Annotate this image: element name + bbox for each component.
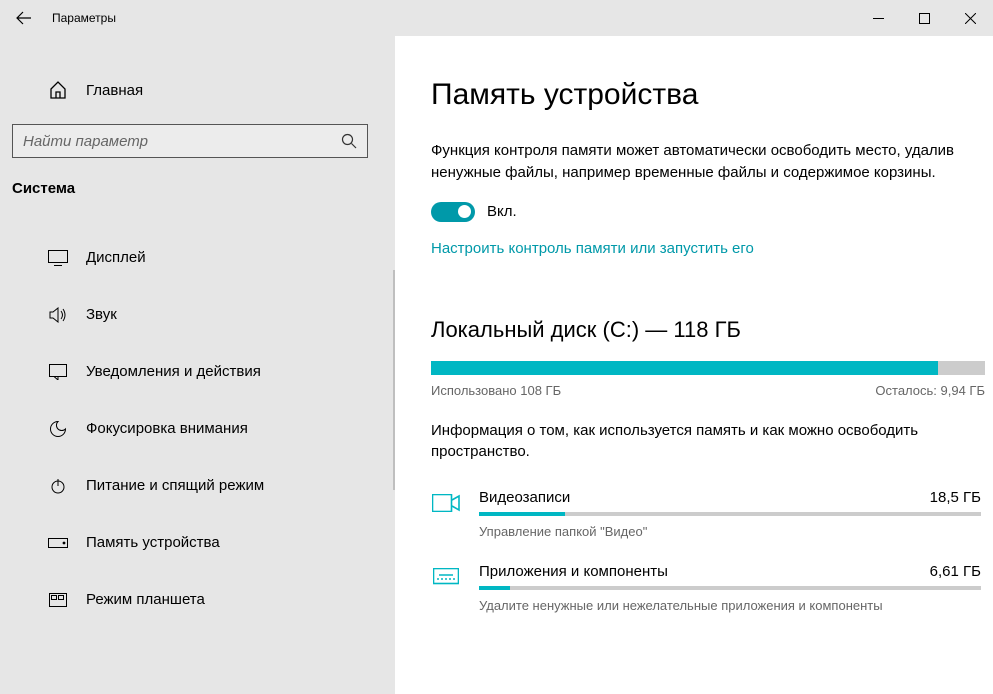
nav-label: Звук (86, 306, 117, 323)
sound-icon (48, 307, 68, 323)
category-size: 18,5 ГБ (930, 489, 981, 506)
category-sub: Удалите ненужные или нежелательные прило… (479, 598, 981, 613)
back-button[interactable] (0, 0, 48, 36)
configure-link[interactable]: Настроить контроль памяти или запустить … (431, 240, 754, 257)
category-size: 6,61 ГБ (930, 563, 981, 580)
content-area: Память устройства Функция контроля памят… (395, 36, 993, 694)
home-nav[interactable]: Главная (0, 70, 395, 110)
nav-label: Питание и спящий режим (86, 477, 264, 494)
video-icon (431, 491, 461, 515)
disk-title: Локальный диск (C:) — 118 ГБ (431, 317, 981, 343)
category-sub: Управление папкой "Видео" (479, 524, 981, 539)
category-label: Система (0, 180, 395, 197)
disk-used-label: Использовано 108 ГБ (431, 383, 561, 398)
search-box[interactable] (12, 124, 368, 158)
minimize-icon (873, 13, 884, 24)
nav-display[interactable]: Дисплей (0, 229, 395, 286)
category-videos[interactable]: Видеозаписи 18,5 ГБ Управление папкой "В… (431, 489, 981, 539)
nav-notifications[interactable]: Уведомления и действия (0, 343, 395, 400)
search-icon (331, 133, 367, 149)
storage-sense-description: Функция контроля памяти может автоматиче… (431, 140, 971, 184)
toggle-state-label: Вкл. (487, 203, 517, 220)
apps-icon (431, 565, 461, 589)
nav-storage[interactable]: Память устройства (0, 514, 395, 571)
arrow-left-icon (16, 10, 32, 26)
storage-sense-toggle[interactable] (431, 202, 475, 222)
display-icon (48, 250, 68, 266)
nav-power[interactable]: Питание и спящий режим (0, 457, 395, 514)
category-bar (479, 512, 981, 516)
category-name: Видеозаписи (479, 489, 570, 506)
maximize-icon (919, 13, 930, 24)
sidebar: Главная Система Дисплей Звук Уведомления… (0, 36, 395, 694)
disk-free-label: Осталось: 9,94 ГБ (875, 383, 985, 398)
maximize-button[interactable] (901, 0, 947, 36)
category-name: Приложения и компоненты (479, 563, 668, 580)
storage-icon (48, 538, 68, 548)
focus-icon (48, 421, 68, 437)
tablet-icon (48, 593, 68, 607)
close-icon (965, 13, 976, 24)
notifications-icon (48, 364, 68, 380)
titlebar: Параметры (0, 0, 993, 36)
close-button[interactable] (947, 0, 993, 36)
home-icon (48, 81, 68, 99)
home-label: Главная (86, 82, 143, 99)
category-apps[interactable]: Приложения и компоненты 6,61 ГБ Удалите … (431, 563, 981, 613)
nav-label: Память устройства (86, 534, 220, 551)
power-icon (48, 478, 68, 494)
disk-usage-fill (431, 361, 938, 375)
nav-label: Уведомления и действия (86, 363, 261, 380)
nav-label: Дисплей (86, 249, 146, 266)
minimize-button[interactable] (855, 0, 901, 36)
window-title: Параметры (48, 11, 855, 25)
search-input[interactable] (13, 133, 331, 150)
page-heading: Память устройства (431, 78, 981, 112)
nav-focus[interactable]: Фокусировка внимания (0, 400, 395, 457)
nav-label: Фокусировка внимания (86, 420, 248, 437)
disk-info: Информация о том, как используется памят… (431, 420, 971, 464)
disk-usage-bar (431, 361, 985, 375)
nav-tablet[interactable]: Режим планшета (0, 571, 395, 628)
category-bar (479, 586, 981, 590)
nav-label: Режим планшета (86, 591, 205, 608)
nav-sound[interactable]: Звук (0, 286, 395, 343)
